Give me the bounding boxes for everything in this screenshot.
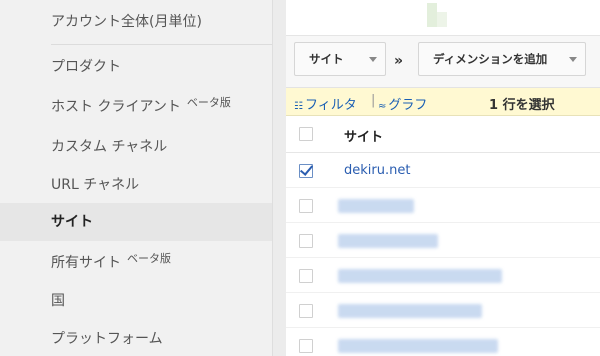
chart-area <box>286 0 600 36</box>
sidebar-item-country[interactable]: 国 <box>0 282 272 320</box>
graph-icon: ≈ <box>378 101 387 112</box>
table-row <box>286 189 600 223</box>
redacted-site <box>338 304 482 318</box>
row-checkbox[interactable] <box>299 199 313 213</box>
redacted-site <box>338 199 414 213</box>
chevron-down-icon <box>569 57 577 62</box>
sidebar-item-host-client[interactable]: ホスト クライアント ベータ版 <box>0 88 272 126</box>
table-header: サイト <box>286 117 600 153</box>
chevron-down-icon <box>369 57 377 62</box>
dropdown-label: ディメンションを追加 <box>433 52 548 66</box>
redacted-site <box>338 234 438 248</box>
filter-link[interactable]: ☷ フィルタ <box>294 94 357 113</box>
sidebar-item-custom-channel[interactable]: カスタム チャネル <box>0 128 272 166</box>
sidebar-item-owned-site[interactable]: 所有サイト ベータ版 <box>0 244 272 282</box>
row-checkbox[interactable] <box>299 234 313 248</box>
row-checkbox[interactable] <box>299 304 313 318</box>
graph-label: グラフ <box>388 98 428 113</box>
table-row <box>286 259 600 293</box>
report-main: サイト » ディメンションを追加 ☷ フィルタ | ≈ グラフ 1 行を選択 サイト… <box>286 0 600 356</box>
sidebar-item-label: プロダクト <box>51 59 121 75</box>
sidebar-item-label: サイト <box>51 214 93 230</box>
table-row <box>286 224 600 258</box>
column-header-site[interactable]: サイト <box>344 126 383 145</box>
redacted-site <box>338 269 502 283</box>
row-checkbox[interactable] <box>299 164 313 178</box>
sidebar-item-label: プラットフォーム <box>51 331 163 347</box>
sidebar-item-site[interactable]: サイト <box>0 203 272 241</box>
sidebar-item-account-monthly[interactable]: アカウント全体(月単位) <box>0 3 272 41</box>
beta-badge: ベータ版 <box>186 96 231 109</box>
selection-count: 1 行を選択 <box>489 98 555 113</box>
chart-bar <box>437 12 447 27</box>
select-all-checkbox[interactable] <box>299 127 313 141</box>
row-checkbox[interactable] <box>299 269 313 283</box>
double-arrow-icon: » <box>394 53 404 69</box>
table-row <box>286 329 600 356</box>
toolbar-separator: | <box>371 93 376 108</box>
redacted-site <box>338 339 498 353</box>
sidebar-item-label: 国 <box>51 293 65 309</box>
sidebar-item-label: URL チャネル <box>51 177 140 193</box>
graph-link[interactable]: ≈ グラフ <box>378 94 427 113</box>
sidebar-item-label: アカウント全体(月単位) <box>51 14 202 30</box>
sidebar-item-label: ホスト クライアント <box>51 99 181 115</box>
filter-toolbar: ☷ フィルタ | ≈ グラフ 1 行を選択 <box>286 88 600 116</box>
row-checkbox[interactable] <box>299 339 313 353</box>
sidebar-item-label: 所有サイト <box>51 255 121 271</box>
table-row <box>286 294 600 328</box>
site-link[interactable]: dekiru.net <box>344 163 410 178</box>
primary-dimension-dropdown[interactable]: サイト <box>294 42 386 76</box>
sidebar-item-label: カスタム チャネル <box>51 139 168 155</box>
filter-icon: ☷ <box>294 101 303 112</box>
add-dimension-dropdown[interactable]: ディメンションを追加 <box>418 42 586 76</box>
sidebar-splitter[interactable] <box>272 0 286 356</box>
table-row: dekiru.net <box>286 154 600 188</box>
report-sidebar: アカウント全体(月単位) プロダクト ホスト クライアント ベータ版 カスタム チ… <box>0 0 272 356</box>
chart-bar <box>427 3 437 27</box>
beta-badge: ベータ版 <box>127 252 171 265</box>
dropdown-label: サイト <box>309 52 344 66</box>
sidebar-item-product[interactable]: プロダクト <box>0 48 272 86</box>
dimension-bar: サイト » ディメンションを追加 <box>286 36 600 88</box>
filter-label: フィルタ <box>304 98 357 113</box>
sidebar-divider <box>51 44 272 45</box>
sidebar-item-url-channel[interactable]: URL チャネル <box>0 166 272 204</box>
sidebar-item-platform[interactable]: プラットフォーム <box>0 320 272 356</box>
